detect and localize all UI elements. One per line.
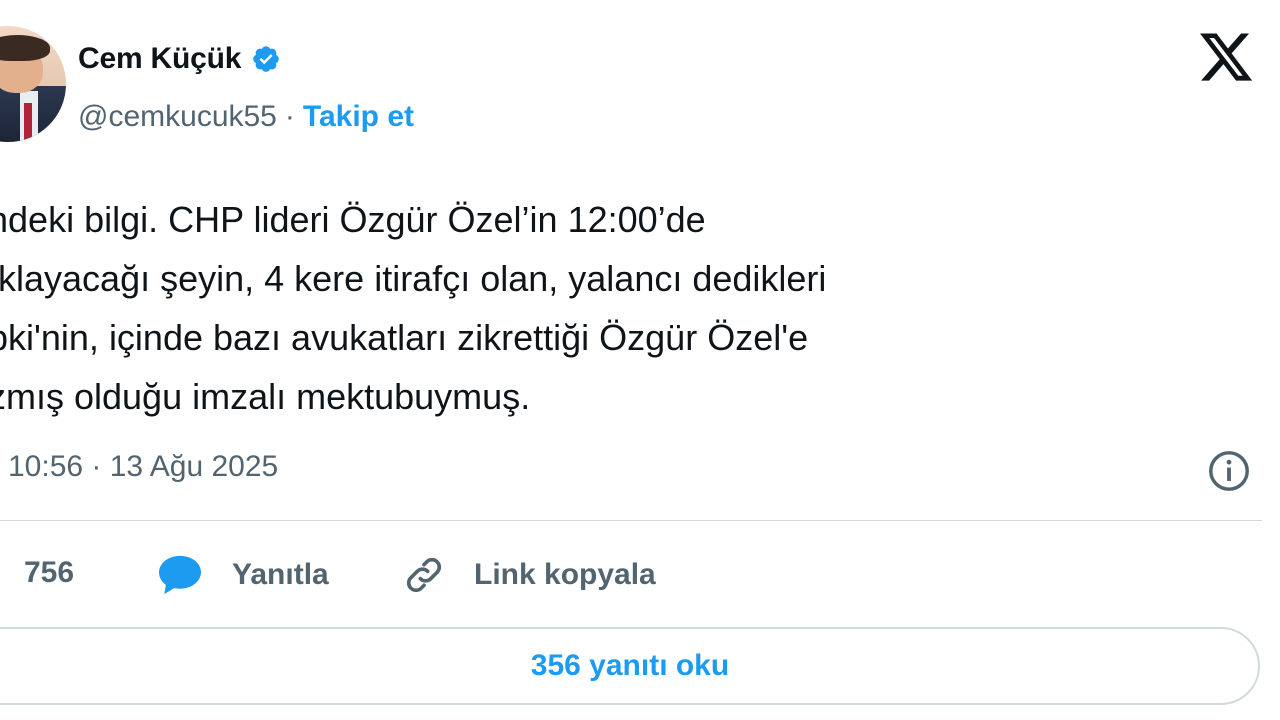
avatar-hair xyxy=(0,35,50,61)
info-icon[interactable] xyxy=(1206,448,1252,494)
divider xyxy=(0,520,1262,521)
verified-badge-icon xyxy=(253,46,280,72)
tweet-embed: Cem Küçük @cemkucuk55 · Takip et ndeki b… xyxy=(0,0,1280,720)
read-replies-button[interactable]: 356 yanıtı oku xyxy=(0,627,1260,705)
author-handle[interactable]: @cemkucuk55 xyxy=(78,100,277,134)
like-count[interactable]: 756 xyxy=(24,556,74,590)
x-logo-icon[interactable] xyxy=(1196,28,1256,86)
tweet-line: ıklayacağı şeyin, 4 kere itirafçı olan, … xyxy=(0,258,827,299)
separator-dot: · xyxy=(284,100,295,133)
link-icon xyxy=(406,557,442,593)
copy-link-button[interactable]: Link kopyala xyxy=(402,548,656,602)
timestamp-text[interactable]: 10:56 · 13 Ağu 2025 xyxy=(8,450,278,484)
reply-button[interactable]: Yanıtla xyxy=(156,548,329,602)
reply-label: Yanıtla xyxy=(232,558,329,591)
follow-button[interactable]: Takip et xyxy=(303,100,414,134)
tweet-line: zmış olduğu imzalı mektubuymuş. xyxy=(0,376,531,417)
reply-bubble-icon xyxy=(159,555,201,595)
tweet-text: ndeki bilgi. CHP lideri Özgür Özel’in 12… xyxy=(0,190,1188,426)
tweet-line: pki'nin, içinde bazı avukatları zikretti… xyxy=(0,317,809,358)
author-name-row[interactable]: Cem Küçük xyxy=(78,42,281,76)
avatar[interactable] xyxy=(0,26,66,142)
read-replies-label: 356 yanıtı oku xyxy=(530,649,730,682)
tweet-line: ndeki bilgi. CHP lideri Özgür Özel’in 12… xyxy=(0,199,706,240)
avatar-tie xyxy=(24,102,33,142)
author-name[interactable]: Cem Küçük xyxy=(78,42,241,76)
copy-link-label: Link kopyala xyxy=(474,558,656,591)
action-bar: 756 Yanıtla Link kopyala xyxy=(0,548,1262,602)
handle-row: @cemkucuk55 · Takip et xyxy=(78,100,414,134)
timestamp[interactable]: 10:56 · 13 Ağu 2025 xyxy=(8,450,278,484)
